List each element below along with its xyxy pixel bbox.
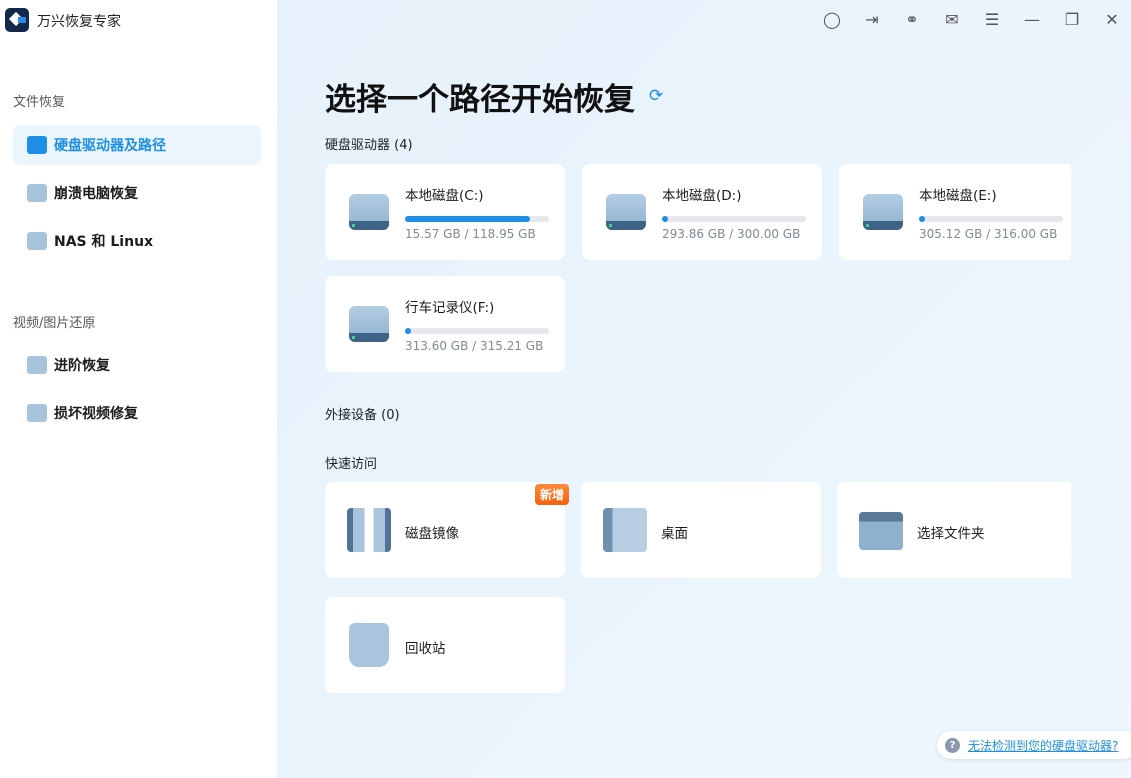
sidebar-item-label: NAS 和 Linux [54, 234, 154, 250]
video-repair-icon [27, 404, 47, 422]
drive-card-c[interactable]: 本地磁盘(C:) 15.57 GB / 118.95 GB [325, 164, 565, 260]
usage-fill [405, 328, 411, 334]
desktop-icon [603, 508, 647, 552]
server-icon [27, 232, 47, 250]
login-icon[interactable]: ⇥ [862, 10, 882, 30]
drive-name: 本地磁盘(C:) [405, 188, 484, 204]
quick-desktop[interactable]: 桌面 [581, 482, 821, 578]
quick-name: 桌面 [661, 526, 688, 542]
quick-disk-image[interactable]: 磁盘镜像 新增 [325, 482, 569, 578]
sidebar-item-crashed-pc[interactable]: 崩溃电脑恢复 [13, 173, 261, 213]
question-icon: ? [945, 737, 960, 753]
user-icon[interactable]: ◯ [822, 10, 842, 30]
quick-recycle-bin[interactable]: 回收站 [325, 597, 565, 693]
content-area: 本地磁盘(C:) 15.57 GB / 118.95 GB 本地磁盘(D:) 293… [325, 160, 1071, 720]
sidebar-item-nas-linux[interactable]: NAS 和 Linux [13, 221, 261, 261]
mail-icon[interactable]: ✉ [942, 10, 962, 30]
section-video-photo: 视频/图片还原 [13, 316, 96, 331]
usage-bar [919, 216, 1063, 222]
sidebar-item-label: 损坏视频修复 [54, 406, 138, 422]
usage-fill [405, 216, 531, 222]
sidebar-item-advanced-recovery[interactable]: 进阶恢复 [13, 345, 261, 385]
camera-icon [27, 356, 47, 374]
external-heading: 外接设备 (0) [325, 408, 400, 423]
drive-card-d[interactable]: 本地磁盘(D:) 293.86 GB / 300.00 GB [582, 164, 822, 260]
main-panel: ◯ ⇥ ⚭ ✉ ☰ — ❐ ✕ 选择一个路径开始恢复 ⟳ 硬盘驱动器 (4) 本… [277, 0, 1131, 778]
usage-bar [405, 328, 549, 334]
drive-name: 本地磁盘(D:) [662, 188, 742, 204]
drive-name: 行车记录仪(F:) [405, 300, 495, 316]
menu-icon[interactable]: ☰ [982, 10, 1002, 30]
support-icon[interactable]: ⚭ [902, 10, 922, 30]
drive-size: 293.86 GB / 300.00 GB [662, 227, 801, 241]
drives-heading: 硬盘驱动器 (4) [325, 138, 413, 153]
drive-size: 313.60 GB / 315.21 GB [405, 339, 544, 353]
close-icon[interactable]: ✕ [1102, 10, 1122, 30]
sidebar-item-label: 崩溃电脑恢复 [54, 186, 138, 202]
usage-bar [405, 216, 549, 222]
drive-icon [863, 194, 903, 230]
drive-icon [606, 194, 646, 230]
drive-size: 305.12 GB / 316.00 GB [919, 227, 1058, 241]
disk-image-icon [347, 508, 391, 552]
drive-icon [349, 306, 389, 342]
sidebar-item-hard-drive[interactable]: 硬盘驱动器及路径 [13, 125, 261, 165]
sidebar-item-video-repair[interactable]: 损坏视频修复 [13, 393, 261, 433]
sidebar-item-label: 进阶恢复 [54, 358, 110, 374]
windows-drive-icon [349, 194, 389, 230]
drive-name: 本地磁盘(E:) [919, 188, 997, 204]
folder-icon [859, 512, 903, 550]
section-file-recovery: 文件恢复 [13, 95, 66, 110]
sidebar-item-label: 硬盘驱动器及路径 [54, 138, 166, 154]
quick-select-folder[interactable]: 选择文件夹 [837, 482, 1071, 578]
drive-card-f[interactable]: 行车记录仪(F:) 313.60 GB / 315.21 GB [325, 276, 565, 372]
monitor-icon [27, 184, 47, 202]
drive-card-e[interactable]: 本地磁盘(E:) 305.12 GB / 316.00 GB [839, 164, 1071, 260]
drive-size: 15.57 GB / 118.95 GB [405, 227, 536, 241]
help-link[interactable]: 无法检测到您的硬盘驱动器? [968, 737, 1118, 754]
minimize-icon[interactable]: — [1022, 10, 1042, 30]
usage-bar [662, 216, 806, 222]
restore-icon[interactable]: ❐ [1062, 10, 1082, 30]
quick-name: 磁盘镜像 [405, 526, 459, 542]
recycle-bin-icon [349, 623, 389, 667]
page-title: 选择一个路径开始恢复 [325, 82, 635, 118]
help-drive-not-detected: ? 无法检测到您的硬盘驱动器? [937, 731, 1131, 759]
refresh-icon[interactable]: ⟳ [649, 86, 663, 106]
quick-name: 选择文件夹 [917, 526, 985, 542]
usage-fill [919, 216, 925, 222]
quick-access-heading: 快速访问 [325, 457, 378, 472]
quick-name: 回收站 [405, 641, 446, 657]
app-title: 万兴恢复专家 [37, 14, 121, 30]
sidebar: 万兴恢复专家 文件恢复 硬盘驱动器及路径 崩溃电脑恢复 NAS 和 Linux … [0, 0, 277, 778]
new-badge: 新增 [534, 484, 569, 505]
usage-fill [662, 216, 668, 222]
app-logo-icon [5, 8, 29, 32]
hard-drive-icon [27, 136, 47, 154]
